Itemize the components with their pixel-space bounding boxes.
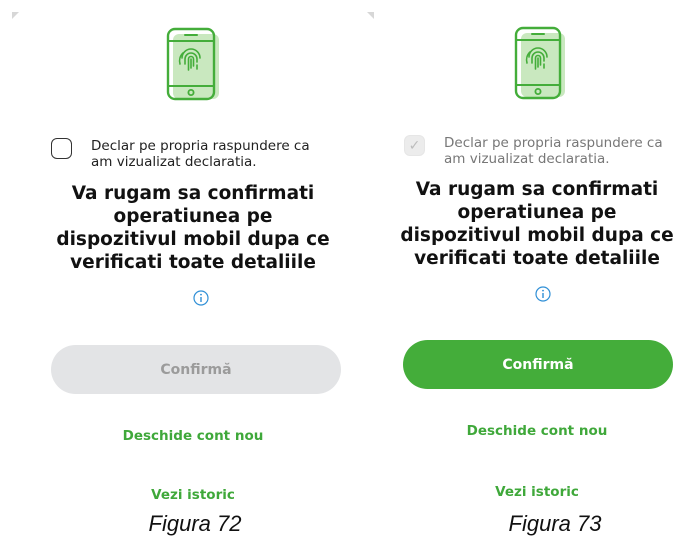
consent-row[interactable]: Declar pe propria raspundere ca am vizua…	[51, 138, 310, 170]
headline-line: verificati toate detaliile	[414, 248, 660, 269]
headline-line: operatiunea pe	[457, 202, 617, 223]
consent-checkbox[interactable]: ✓	[404, 135, 425, 156]
confirmation-instructions: Va rugam sa confirmati operatiunea pe di…	[398, 178, 673, 270]
figure-caption: Figura 72	[148, 511, 242, 536]
headline-line: Va rugam sa confirmati	[71, 183, 315, 204]
consent-text-line: am vizualizat declaratia.	[444, 151, 610, 167]
corner-mark	[12, 12, 19, 19]
open-new-account-link[interactable]: Deschide cont nou	[398, 423, 673, 439]
headline-line: operatiunea pe	[113, 206, 273, 227]
figure-caption: Figura 73	[508, 511, 602, 536]
consent-text-line: Declar pe propria raspundere ca	[91, 138, 310, 154]
headline-line: Va rugam sa confirmati	[415, 179, 659, 200]
screen-figura-73: ✓ Declar pe propria raspundere ca am viz…	[380, 12, 673, 512]
view-history-link[interactable]: Vezi istoric	[398, 484, 673, 500]
info-icon[interactable]	[535, 286, 551, 302]
confirm-button[interactable]: Confirmă	[403, 340, 673, 389]
confirmation-instructions: Va rugam sa confirmati operatiunea pe di…	[12, 182, 374, 274]
consent-text-line: am vizualizat declaratia.	[91, 154, 257, 170]
corner-mark	[367, 12, 374, 19]
phone-fingerprint-icon	[514, 26, 570, 106]
headline-line: verificati toate detaliile	[70, 252, 316, 273]
check-icon: ✓	[408, 137, 421, 154]
view-history-link[interactable]: Vezi istoric	[12, 487, 374, 503]
consent-text: Declar pe propria raspundere ca am vizua…	[91, 138, 310, 170]
headline-line: dispozitivul mobil dupa ce	[400, 225, 673, 246]
consent-row[interactable]: ✓ Declar pe propria raspundere ca am viz…	[404, 135, 663, 167]
open-new-account-link[interactable]: Deschide cont nou	[12, 428, 374, 444]
screen-figura-72: Declar pe propria raspundere ca am vizua…	[12, 12, 374, 512]
consent-text-line: Declar pe propria raspundere ca	[444, 135, 663, 151]
headline-line: dispozitivul mobil dupa ce	[56, 229, 330, 250]
phone-fingerprint-icon	[166, 27, 222, 107]
info-icon[interactable]	[193, 290, 209, 306]
consent-text: Declar pe propria raspundere ca am vizua…	[444, 135, 663, 167]
confirm-button[interactable]: Confirmă	[51, 345, 341, 394]
consent-checkbox[interactable]	[51, 138, 72, 159]
